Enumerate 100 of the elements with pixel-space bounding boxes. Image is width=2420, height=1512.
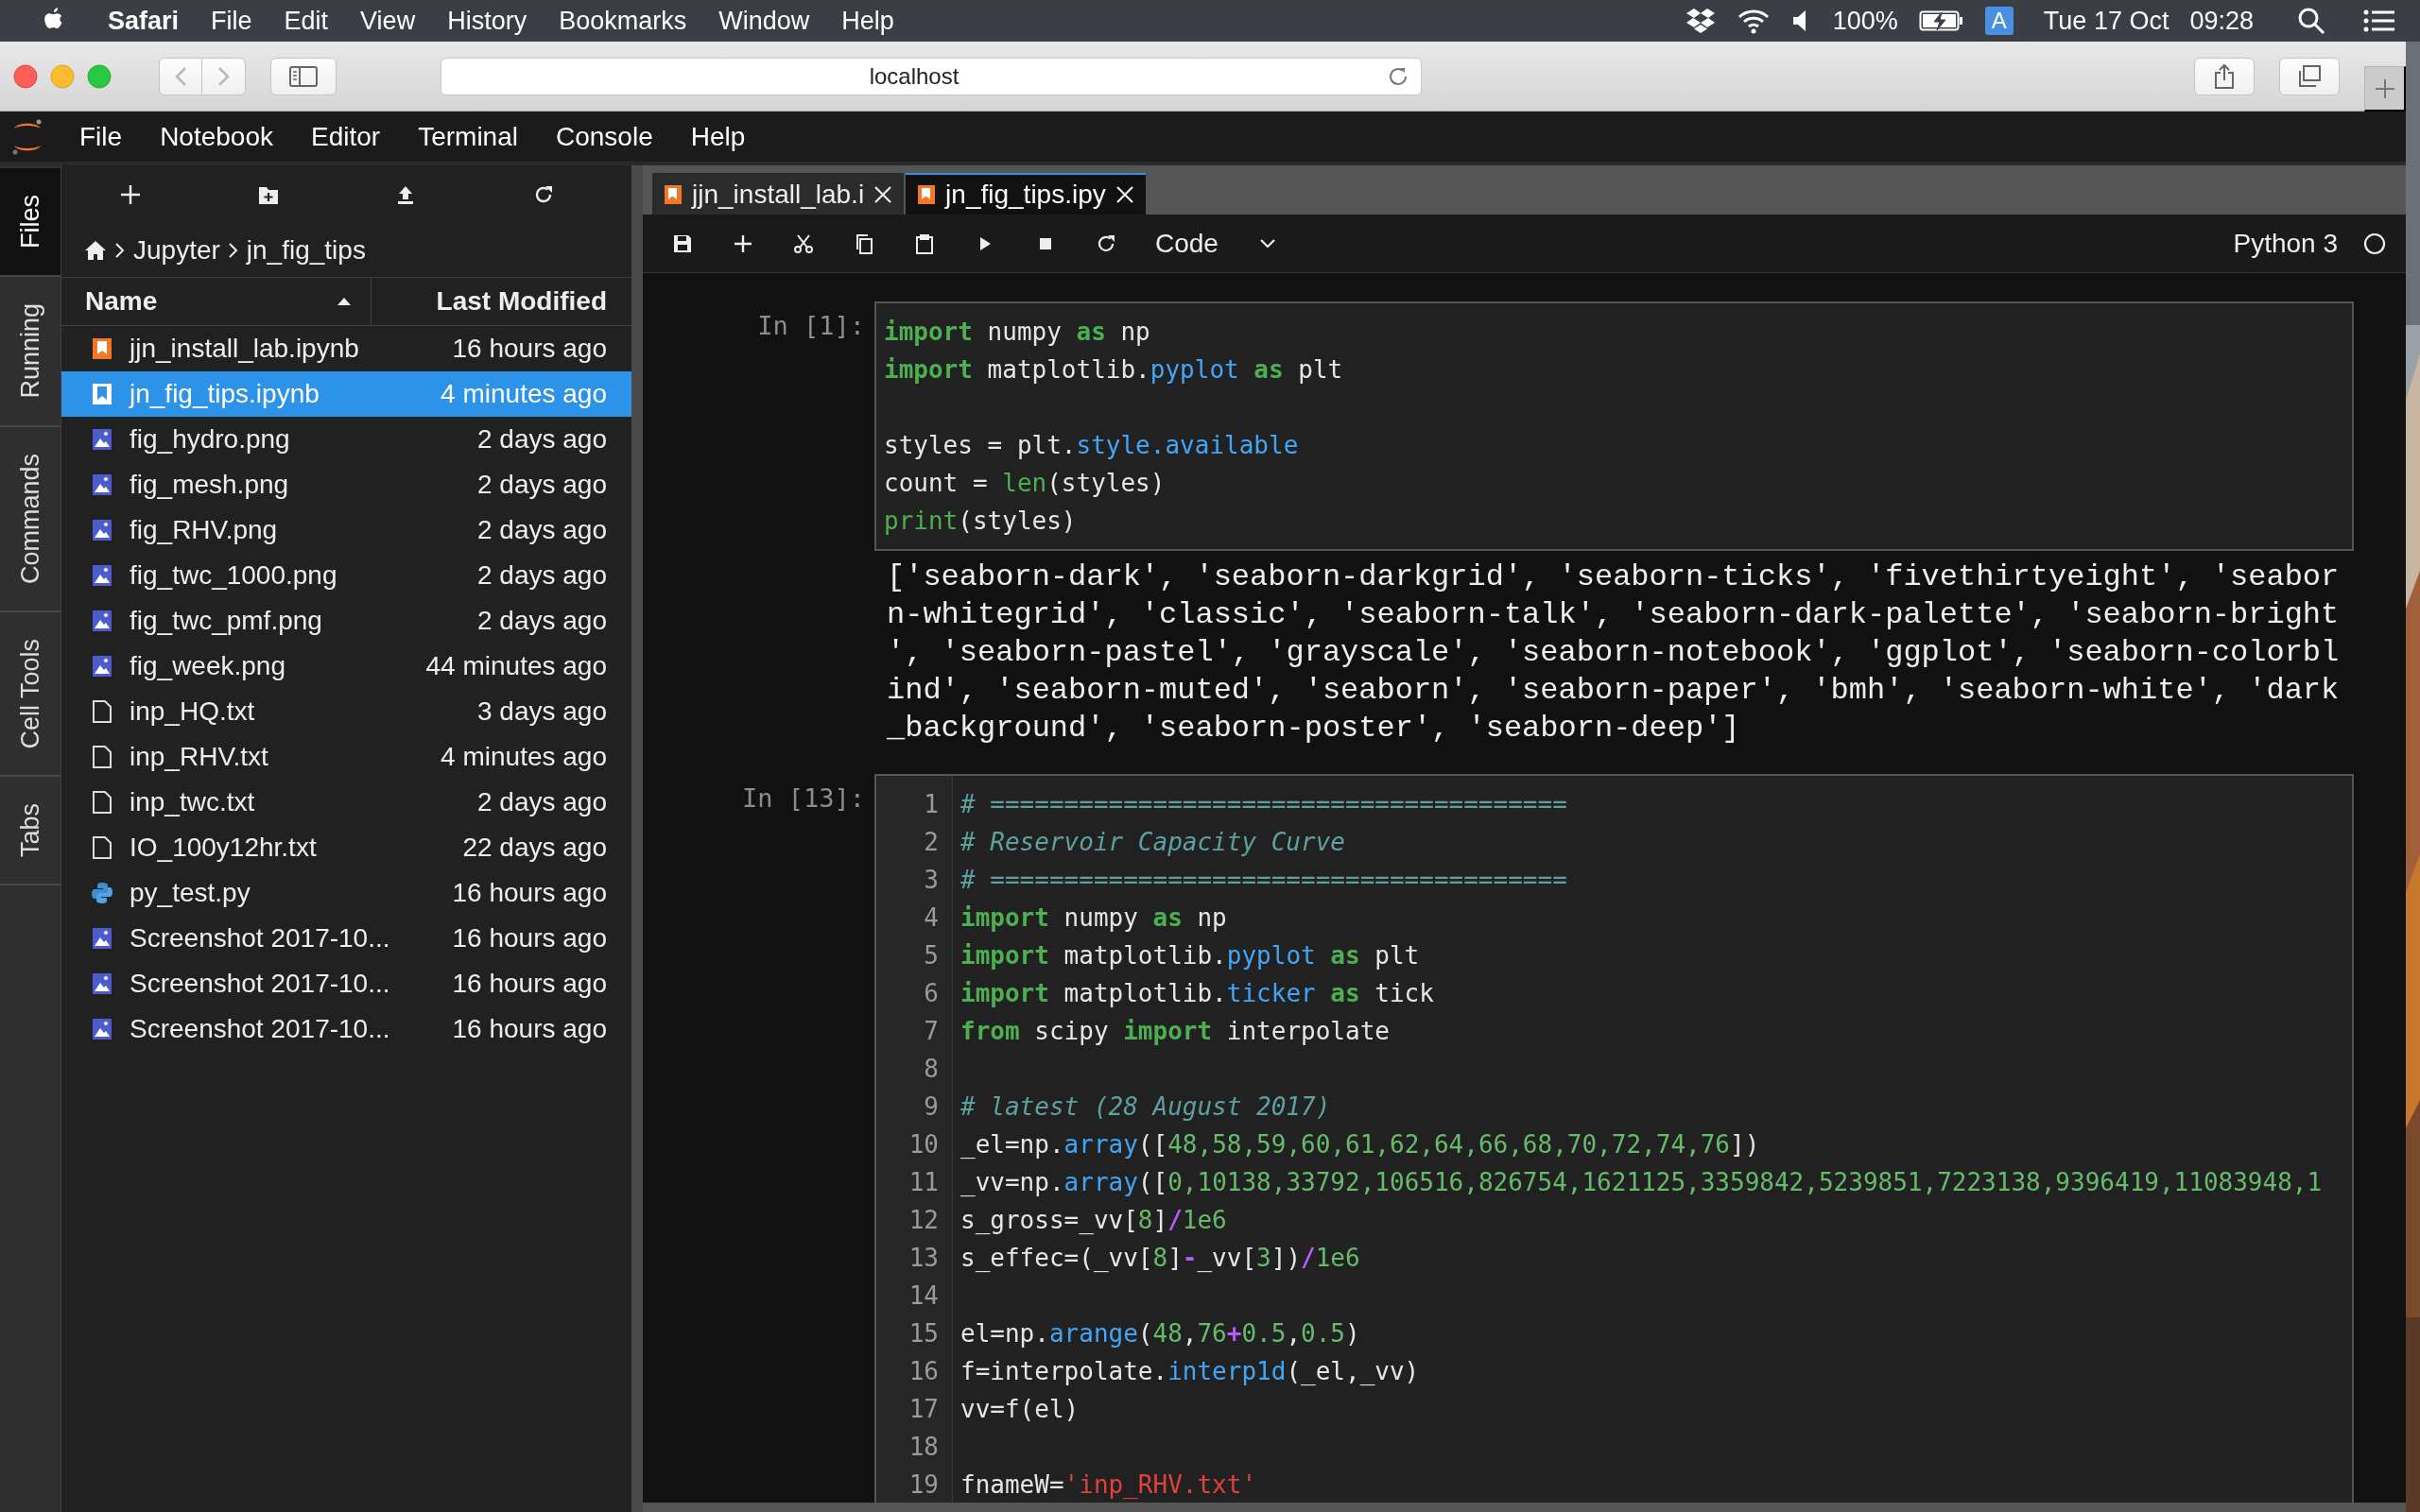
code-line: # ======================================= [960, 865, 1568, 896]
close-icon[interactable] [873, 185, 893, 204]
kernel-name[interactable]: Python 3 [2233, 228, 2338, 259]
line-number: 19 [908, 1469, 940, 1501]
line-number: 4 [923, 902, 940, 934]
chevron-left-icon [174, 65, 187, 87]
line-number: 1 [923, 789, 940, 820]
code-line: # ======================================= [960, 789, 1568, 820]
wifi-icon[interactable] [1736, 8, 1771, 34]
notebook-tab[interactable]: jn_fig_tips.ipy [906, 173, 1146, 215]
file-row[interactable]: fig_hydro.png 2 days ago [61, 417, 631, 462]
menu-item[interactable]: Editor [311, 121, 381, 152]
close-icon[interactable] [1115, 185, 1134, 204]
breadcrumb-link[interactable]: Jupyter [133, 235, 220, 266]
menu-item[interactable]: File [79, 121, 123, 152]
line-number: 15 [908, 1318, 940, 1349]
code-editor[interactable] [874, 774, 2354, 1503]
line-number: 8 [923, 1054, 940, 1085]
file-row[interactable]: fig_mesh.png 2 days ago [61, 462, 631, 507]
file-row[interactable]: IO_100y12hr.txt 22 days ago [61, 825, 631, 870]
battery-charging-icon[interactable] [1918, 9, 1964, 33]
date-text[interactable]: Tue 17 Oct [2043, 6, 2169, 36]
image-icon [92, 428, 112, 451]
menu-item[interactable]: File [211, 6, 252, 36]
line-number: 2 [923, 827, 940, 858]
code-line: f=interpolate.interp1d(_el,_vv) [960, 1356, 1421, 1387]
image-icon [92, 927, 112, 950]
time-text[interactable]: 09:28 [2189, 6, 2254, 36]
code-line: fnameW='inp_RHV.txt' [960, 1469, 1258, 1501]
image-icon [92, 519, 112, 541]
menu-item[interactable]: Help [690, 121, 746, 152]
clipboard-icon [914, 232, 935, 254]
chevron-right-icon [227, 241, 239, 260]
sidebar-icon [289, 65, 318, 87]
input-prompt: In [13]: [740, 782, 866, 815]
code-line: from scipy import interpolate [960, 1016, 1391, 1047]
menu-item[interactable]: Notebook [160, 121, 273, 152]
code-line: styles = plt.style.available [884, 430, 1300, 461]
share-button[interactable] [2194, 57, 2255, 95]
menu-item[interactable]: Console [555, 121, 653, 152]
menu-item[interactable]: Bookmarks [559, 6, 687, 36]
address-bar[interactable]: localhost [441, 57, 1422, 95]
menu-item[interactable]: Window [718, 6, 810, 36]
file-row[interactable]: fig_twc_pmf.png 2 days ago [61, 598, 631, 644]
home-icon[interactable] [84, 240, 107, 261]
dropbox-icon[interactable] [1685, 8, 1716, 34]
code-line: import matplotlib.ticker as tick [960, 978, 1435, 1009]
image-icon [92, 564, 112, 587]
code-line: _vv=np.array([0,10138,33792,106516,826754,1621125,3359842,5239851,7223138,9396419,11083948,1 [960, 1167, 2323, 1198]
sidebar-tab[interactable]: Files [0, 168, 60, 277]
code-editor[interactable]: import numpy as np import matplotlib.pyplot as plt styles = plt.style.available count = len(styles) print(styles) [874, 301, 2354, 551]
folder-plus-icon [257, 184, 279, 205]
line-number: 11 [908, 1167, 940, 1198]
file-row[interactable]: fig_week.png 44 minutes ago [61, 644, 631, 689]
image-icon [92, 610, 112, 632]
show-tabs-button[interactable] [2279, 57, 2340, 95]
chevron-right-icon [216, 65, 231, 87]
code-line: # latest (28 August 2017) [960, 1091, 1332, 1123]
file-row[interactable]: fig_RHV.png 2 days ago [61, 507, 631, 553]
restart-icon [1096, 232, 1116, 254]
code-line: import numpy as np [960, 902, 1228, 934]
menu-item[interactable]: Help [841, 6, 894, 36]
battery-percent: 100% [1832, 6, 1898, 36]
cell-type-dropdown[interactable]: Code [1155, 224, 1276, 263]
document-icon [92, 791, 112, 814]
breadcrumb-link[interactable]: jn_fig_tips [246, 235, 366, 266]
file-row[interactable]: Screenshot 2017-10... 16 hours ago [61, 1006, 631, 1052]
file-row[interactable]: Screenshot 2017-10... 16 hours ago [61, 961, 631, 1006]
file-row[interactable]: Screenshot 2017-10... 16 hours ago [61, 916, 631, 961]
file-row[interactable]: py_test.py 16 hours ago [61, 870, 631, 916]
list-icon[interactable] [2363, 9, 2395, 33]
close-button[interactable] [13, 63, 38, 89]
line-number: 13 [908, 1243, 940, 1274]
code-line: s_gross=_vv[8]/1e6 [960, 1205, 1228, 1236]
code-line: print(styles) [884, 506, 1078, 537]
code-line: s_effec=(_vv[8]-_vv[3])/1e6 [960, 1243, 1361, 1274]
menu-item[interactable]: View [360, 6, 416, 36]
column-header[interactable]: Name [61, 278, 372, 325]
menu-item[interactable]: Edit [284, 6, 329, 36]
file-row[interactable]: inp_RHV.txt 4 minutes ago [61, 734, 631, 780]
menu-item[interactable]: History [447, 6, 527, 36]
file-row[interactable]: inp_twc.txt 2 days ago [61, 780, 631, 825]
line-number: 18 [908, 1432, 940, 1463]
menu-item[interactable]: Terminal [418, 121, 518, 152]
notebook-icon [92, 337, 112, 360]
file-row[interactable]: jjn_install_lab.ipynb 16 hours ago [61, 326, 631, 371]
sidebar-button[interactable] [270, 57, 337, 95]
image-icon [92, 972, 112, 995]
line-number: 16 [908, 1356, 940, 1387]
search-icon[interactable] [2297, 7, 2325, 35]
notebook-icon [917, 184, 937, 205]
column-header[interactable]: Last Modified [372, 278, 631, 325]
copy-icon [854, 232, 874, 254]
app-menu[interactable]: Safari [108, 6, 180, 36]
file-row[interactable]: fig_twc_1000.png 2 days ago [61, 553, 631, 598]
document-icon [92, 836, 112, 859]
notebook-tab[interactable]: jjn_install_lab.i [652, 173, 905, 215]
file-row[interactable]: inp_HQ.txt 3 days ago [61, 689, 631, 734]
python-icon [92, 882, 112, 904]
new-tab-button[interactable] [2364, 66, 2406, 112]
